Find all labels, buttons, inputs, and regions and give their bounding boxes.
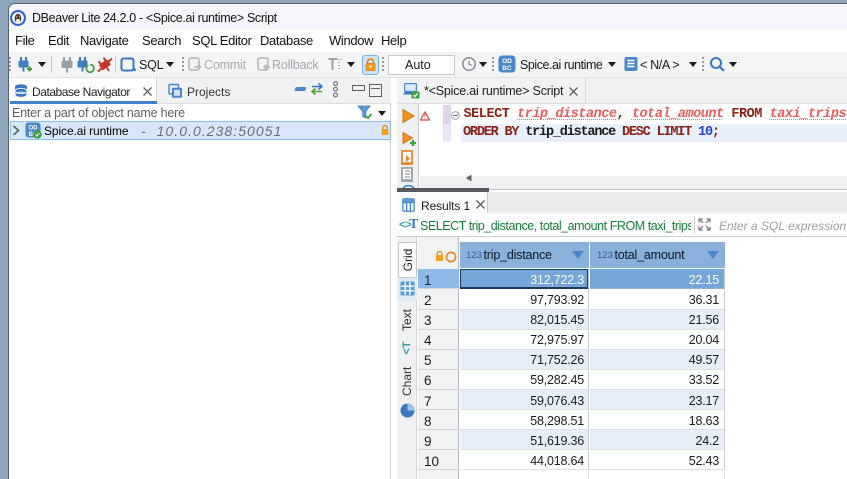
svg-text:OD: OD [502, 58, 512, 65]
svg-text:BC: BC [502, 65, 512, 72]
